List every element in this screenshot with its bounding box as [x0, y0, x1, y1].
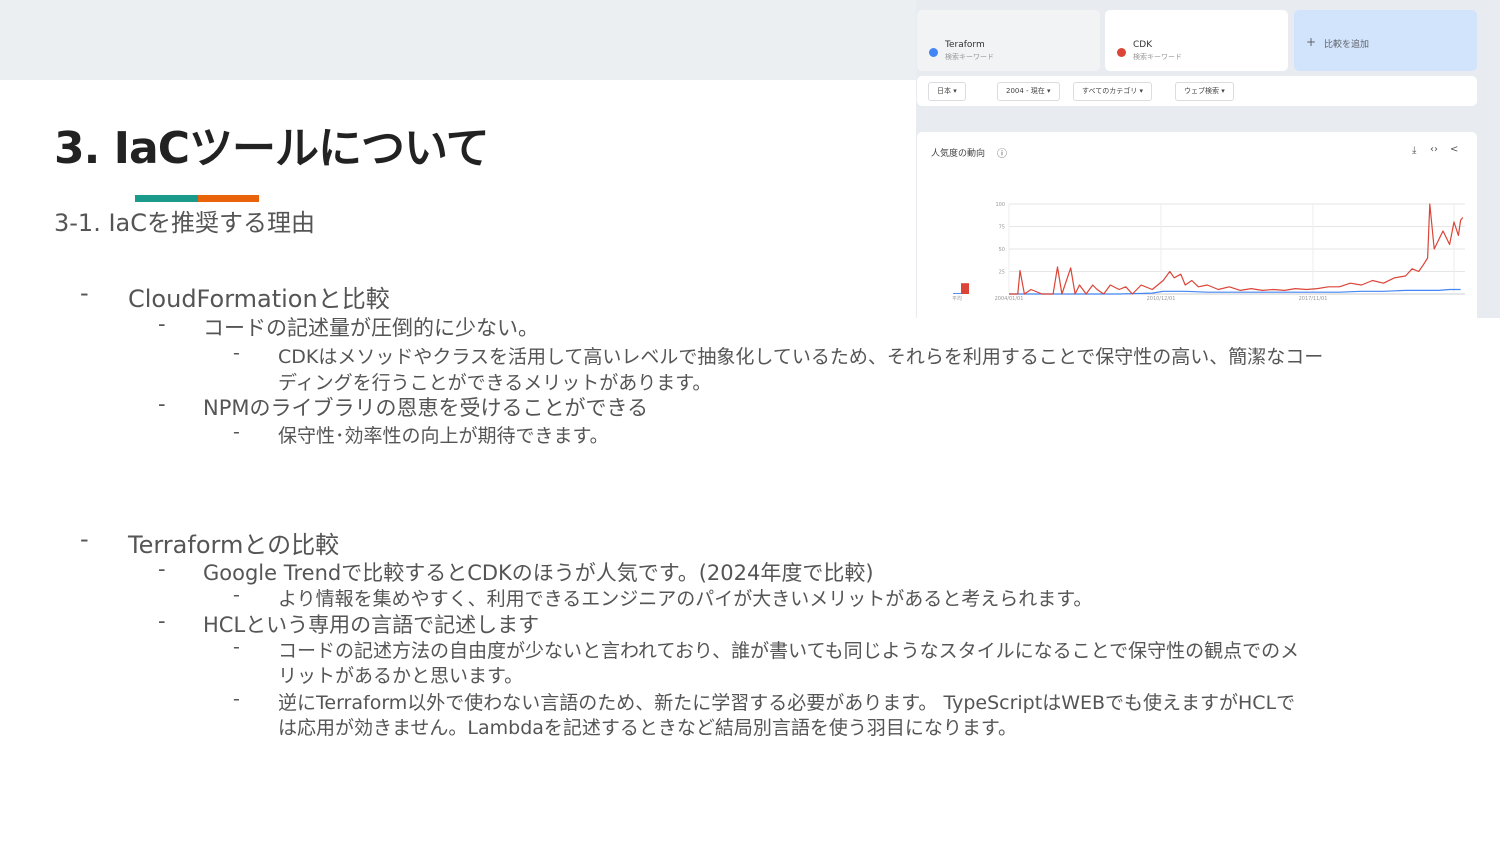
caret-down-icon: ▾ — [953, 87, 957, 95]
caret-down-icon: ▾ — [1221, 87, 1225, 95]
cf-heading: CloudFormationと比較 — [128, 285, 390, 313]
slide-title: 3. IaCツールについて — [54, 123, 490, 174]
tf-point-2-detail-1-line-1: コードの記述方法の自由度が少ないと言われており、誰が書いても同じようなスタイルに… — [278, 640, 1300, 662]
bullet-dash: - — [158, 609, 166, 633]
keyword-card-teraform[interactable]: Teraform 検索キーワード — [917, 10, 1100, 71]
tf-point-2-detail-2-line-1: 逆にTerraform以外で使わない言語のため、新たに学習する必要があります。 … — [278, 692, 1296, 714]
filter-label: 日本 — [937, 87, 951, 95]
tf-point-1: Google Trendで比較するとCDKのほうが人気です。(2024年度で比較… — [203, 561, 874, 585]
bullet-dash: - — [158, 392, 166, 416]
filter-search-type[interactable]: ウェブ検索 ▾ — [1175, 82, 1234, 101]
plus-icon: + — [1306, 35, 1317, 49]
cf-point-1-detail-line-1: CDKはメソッドやクラスを活用して高いレベルで抽象化しているため、それらを利用す… — [278, 346, 1324, 368]
title-accent-teal — [135, 195, 198, 202]
bullet-dash: - — [233, 421, 240, 443]
slide-subtitle: 3-1. IaCを推奨する理由 — [54, 209, 315, 237]
series-color-dot — [1117, 48, 1126, 57]
filter-period[interactable]: 2004 - 現在 ▾ — [997, 82, 1060, 101]
keyword-card-cdk[interactable]: CDK 検索キーワード — [1105, 10, 1288, 71]
cf-point-1: コードの記述量が圧倒的に少ない。 — [203, 316, 539, 340]
trend-chart: 100 75 50 25 2004/01/01 2010/12/01 2017/11/01 平… — [952, 202, 1465, 302]
add-comparison-label: 比較を追加 — [1324, 40, 1370, 50]
x-tick-label: 2004/01/01 — [995, 296, 1024, 302]
keyword-name: CDK — [1133, 40, 1153, 50]
caret-down-icon: ▾ — [1047, 87, 1051, 95]
bullet-dash: - — [158, 312, 166, 336]
y-tick-label: 75 — [999, 225, 1005, 231]
bullet-dash: - — [158, 557, 166, 581]
cf-point-1-detail-line-2: ディングを行うことができるメリットがあります。 — [278, 372, 712, 394]
x-tick-label: 2017/11/01 — [1299, 296, 1328, 302]
tf-point-1-detail: より情報を集めやすく、利用できるエンジニアのパイが大きいメリットがあると考えられ… — [278, 588, 1093, 610]
google-trends-screenshot: Teraform 検索キーワード CDK 検索キーワード + 比較を追加 日本 … — [916, 0, 1500, 318]
filter-label: すべてのカテゴリ — [1082, 87, 1138, 95]
average-bar — [953, 293, 961, 294]
bullet-dash: - — [233, 688, 240, 710]
tf-point-2-detail-1-line-2: リットがあるかと思います。 — [278, 665, 524, 687]
tf-heading: Terraformとの比較 — [128, 531, 340, 559]
add-comparison-button[interactable]: + 比較を追加 — [1294, 10, 1477, 71]
average-bar — [961, 283, 969, 294]
x-tick-label: 2010/12/01 — [1147, 296, 1176, 302]
average-label: 平均 — [952, 295, 962, 302]
y-tick-label: 100 — [995, 202, 1005, 208]
y-tick-label: 25 — [999, 270, 1005, 276]
title-accent-orange — [198, 195, 259, 202]
keyword-sub: 検索キーワード — [945, 53, 994, 61]
filter-label: 2004 - 現在 — [1006, 87, 1045, 95]
keyword-sub: 検索キーワード — [1133, 53, 1182, 61]
tf-point-2-detail-2-line-2: は応用が効きません。Lambdaを記述するときなど結局別言語を使う羽目になります… — [278, 717, 1018, 739]
series-color-dot — [929, 48, 938, 57]
keyword-name: Teraform — [945, 40, 985, 50]
bullet-dash: - — [80, 525, 89, 553]
cf-point-2: NPMのライブラリの恩恵を受けることができる — [203, 396, 649, 420]
filter-region[interactable]: 日本 ▾ — [928, 82, 966, 101]
interest-over-time-card: 人気度の動向 ⓘ ⤓ ‹› < 100 75 50 25 2004/01/01 2010/… — [917, 132, 1477, 318]
filter-category[interactable]: すべてのカテゴリ ▾ — [1073, 82, 1152, 101]
bullet-dash: - — [233, 342, 240, 364]
bullet-dash: - — [80, 279, 89, 307]
bullet-dash: - — [233, 584, 240, 606]
bullet-dash: - — [233, 636, 240, 658]
caret-down-icon: ▾ — [1139, 87, 1143, 95]
tf-point-2: HCLという専用の言語で記述します — [203, 613, 540, 637]
filter-label: ウェブ検索 — [1184, 87, 1219, 95]
y-tick-label: 50 — [999, 247, 1005, 253]
cf-point-2-detail: 保守性･効率性の向上が期待できます。 — [278, 425, 609, 447]
